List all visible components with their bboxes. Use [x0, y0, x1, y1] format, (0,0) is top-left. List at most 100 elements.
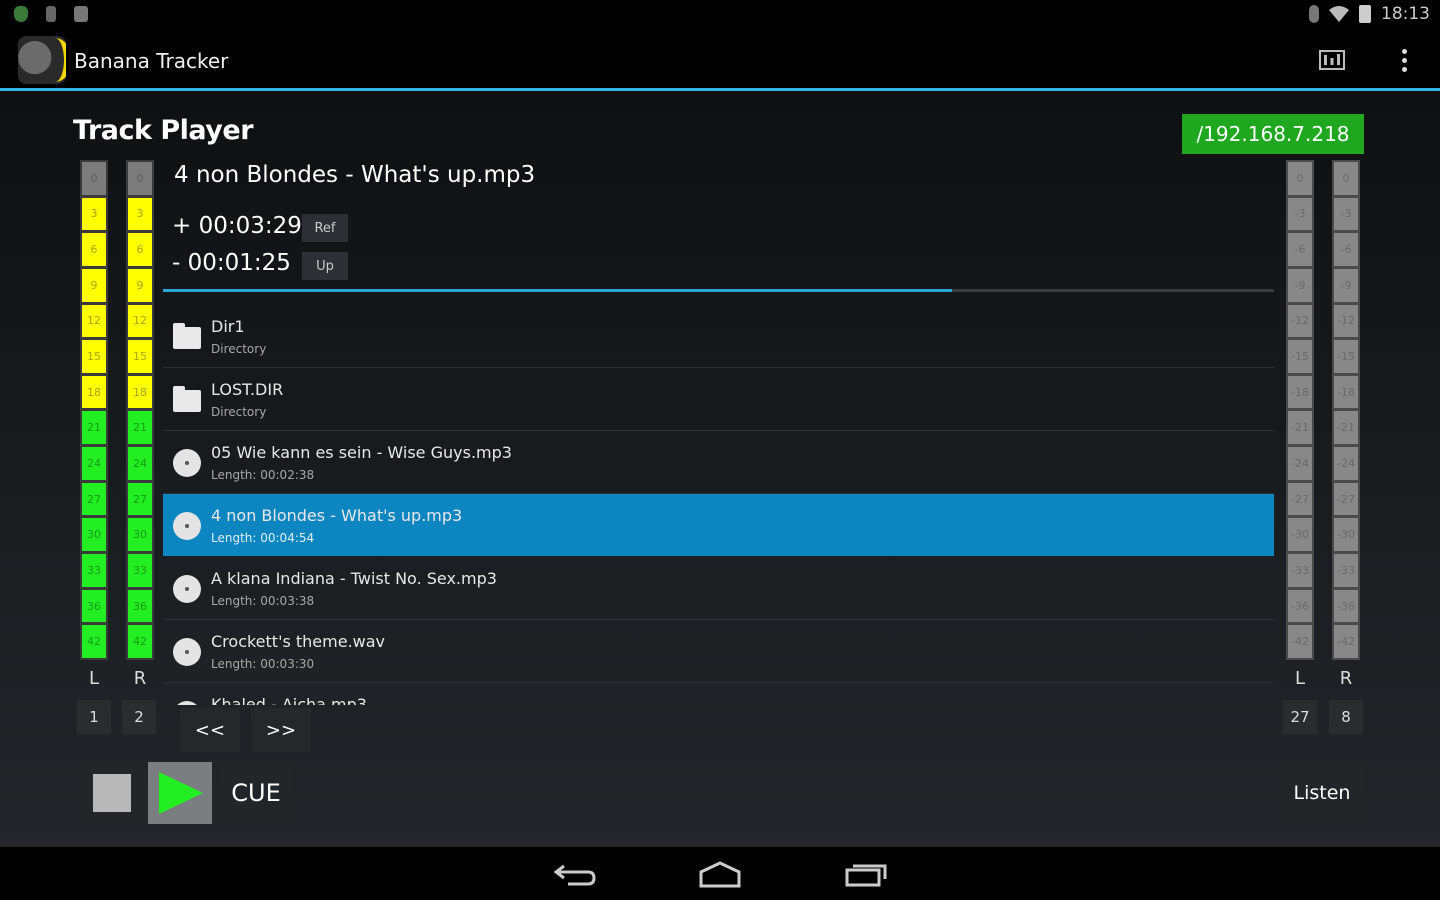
- stop-button[interactable]: [80, 762, 144, 824]
- meter-segment: 15: [128, 340, 152, 373]
- meter-segment: 21: [82, 411, 106, 445]
- file-details: Length: 00:03:30: [211, 657, 315, 671]
- meter-segment: -24: [1334, 447, 1358, 480]
- file-name: Dir1: [211, 317, 245, 336]
- recent-apps-icon[interactable]: [844, 860, 888, 888]
- file-list-item[interactable]: 4 non Blondes - What's up.mp3 Length: 00:…: [163, 494, 1274, 556]
- meter-segment: 12: [82, 304, 106, 338]
- meter-segment: -18: [1288, 375, 1312, 409]
- channel-button-8[interactable]: 8: [1329, 700, 1363, 734]
- server-address-button[interactable]: /192.168.7.218: [1182, 114, 1364, 154]
- back-icon[interactable]: [554, 860, 598, 888]
- equalizer-icon: [1319, 50, 1345, 70]
- play-icon: [159, 772, 203, 814]
- shield-icon: [14, 6, 28, 22]
- meter-segment: -24: [1288, 447, 1312, 480]
- meter-segment: 18: [82, 375, 106, 409]
- meter-segment: -27: [1334, 482, 1358, 516]
- meter-segment: -30: [1334, 518, 1358, 552]
- meter-segment: 6: [82, 233, 106, 266]
- meter-segment: 18: [128, 375, 152, 409]
- meter-segment: -42: [1288, 625, 1312, 658]
- battery-icon: [1359, 5, 1371, 23]
- meter-segment: 3: [82, 197, 106, 231]
- meter-label-R: R: [133, 668, 147, 689]
- meter-segment: 6: [128, 233, 152, 266]
- file-name: Khaled - Aicha.mp3: [211, 695, 367, 705]
- usb-icon: [46, 6, 56, 22]
- file-list-item[interactable]: Khaled - Aicha.mp3: [163, 683, 1274, 705]
- previous-button[interactable]: <<: [180, 708, 240, 752]
- meter-segment: -15: [1334, 340, 1358, 373]
- right-meter-label-R: R: [1339, 668, 1353, 689]
- meter-segment: 3: [128, 197, 152, 231]
- next-button[interactable]: >>: [251, 708, 311, 752]
- meter-segment: 21: [128, 411, 152, 445]
- file-list[interactable]: Dir1 Directory LOST.DIR Directory 05 Wie kan…: [163, 305, 1274, 705]
- listen-button[interactable]: Listen: [1280, 762, 1364, 824]
- meter-segment: 42: [82, 625, 106, 658]
- file-list-item[interactable]: LOST.DIR Directory: [163, 368, 1274, 431]
- overflow-menu-button[interactable]: [1392, 44, 1416, 76]
- file-name: 4 non Blondes - What's up.mp3: [211, 506, 463, 525]
- home-icon[interactable]: [698, 860, 742, 888]
- status-bar: 18:13: [0, 0, 1440, 30]
- meter-segment: -30: [1288, 518, 1312, 552]
- audio-disc-icon: [173, 575, 201, 603]
- storage-icon: [74, 6, 88, 22]
- left-level-meter-R: 0 3 6 9 12 15 18 21 24 27 30 33 36 42: [126, 160, 154, 660]
- meter-segment: 33: [128, 554, 152, 587]
- file-list-item[interactable]: Crockett's theme.wav Length: 00:03:30: [163, 620, 1274, 683]
- meter-segment: -6: [1334, 233, 1358, 266]
- stop-icon: [93, 774, 131, 812]
- meter-segment: -9: [1288, 268, 1312, 302]
- meter-segment: -3: [1288, 197, 1312, 231]
- cue-button[interactable]: CUE: [220, 762, 292, 824]
- equalizer-button[interactable]: [1316, 44, 1348, 76]
- up-button[interactable]: Up: [302, 252, 348, 280]
- meter-segment: 24: [128, 447, 152, 480]
- meter-segment: 33: [82, 554, 106, 587]
- audio-disc-icon: [173, 449, 201, 477]
- meter-segment: 12: [128, 304, 152, 338]
- channel-button-2[interactable]: 2: [122, 700, 156, 734]
- current-track-title: 4 non Blondes - What's up.mp3: [174, 162, 536, 188]
- file-name: Crockett's theme.wav: [211, 632, 386, 651]
- meter-segment: 9: [128, 268, 152, 302]
- meter-segment: -36: [1334, 589, 1358, 623]
- file-details: Directory: [211, 342, 267, 356]
- ref-button[interactable]: Ref: [302, 214, 348, 242]
- audio-disc-icon: [173, 512, 201, 540]
- banana-logo-icon[interactable]: [18, 36, 66, 84]
- meter-label-L: L: [88, 668, 100, 689]
- meter-segment: -9: [1334, 268, 1358, 302]
- folder-icon: [173, 323, 201, 349]
- meter-segment: 0: [128, 162, 152, 195]
- channel-button-27[interactable]: 27: [1283, 700, 1317, 734]
- file-name: LOST.DIR: [211, 380, 284, 399]
- right-level-meter-R: 0 -3 -6 -9 -12 -15 -18 -21 -24 -27 -30 -33 -36 -42: [1332, 160, 1360, 660]
- audio-disc-icon: [173, 701, 201, 705]
- track-progress-bar[interactable]: [163, 289, 1274, 292]
- audio-disc-icon: [173, 638, 201, 666]
- play-button[interactable]: [148, 762, 212, 824]
- meter-segment: 36: [128, 589, 152, 623]
- channel-button-1[interactable]: 1: [77, 700, 111, 734]
- meter-segment: 24: [82, 447, 106, 480]
- file-list-item[interactable]: A klana Indiana - Twist No. Sex.mp3 Lengt…: [163, 557, 1274, 620]
- meter-segment: -12: [1334, 304, 1358, 338]
- file-details: Length: 00:03:38: [211, 594, 315, 608]
- remaining-time: - 00:01:25: [172, 250, 291, 276]
- meter-segment: -3: [1334, 197, 1358, 231]
- meter-segment: 30: [128, 518, 152, 552]
- file-list-item[interactable]: Dir1 Directory: [163, 305, 1274, 368]
- page-title: Track Player: [73, 115, 254, 146]
- meter-segment: 0: [82, 162, 106, 195]
- meter-segment: -33: [1334, 554, 1358, 587]
- meter-segment: 30: [82, 518, 106, 552]
- file-list-item[interactable]: 05 Wie kann es sein - Wise Guys.mp3 Lengt…: [163, 431, 1274, 494]
- meter-segment: 42: [128, 625, 152, 658]
- meter-segment: -12: [1288, 304, 1312, 338]
- file-name: 05 Wie kann es sein - Wise Guys.mp3: [211, 443, 512, 462]
- right-level-meter-L: 0 -3 -6 -9 -12 -15 -18 -21 -24 -27 -30 -33 -36 -42: [1286, 160, 1314, 660]
